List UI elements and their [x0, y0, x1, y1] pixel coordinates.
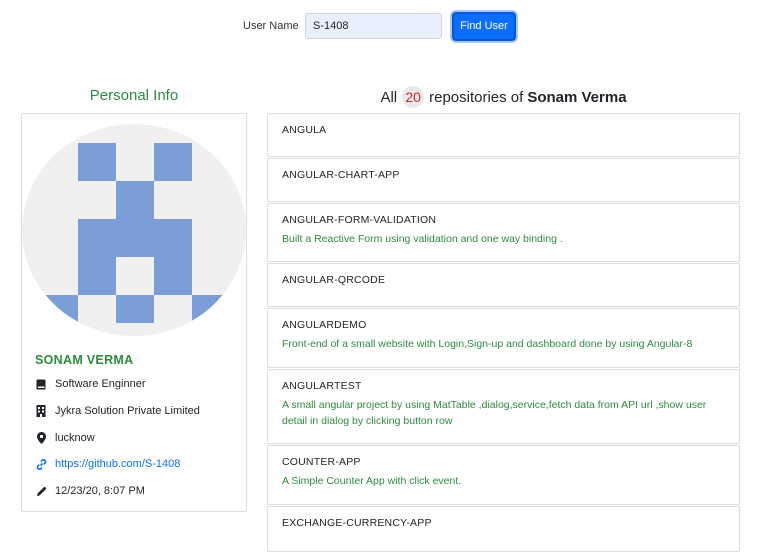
repo-name: ANGULAR-FORM-VALIDATION — [282, 214, 437, 226]
repo-description: A small angular project by using MatTabl… — [282, 399, 707, 427]
profile-link-row: https://github.com/S-1408 — [35, 458, 180, 470]
repo-name: COUNTER-APP — [282, 456, 361, 468]
pencil-icon — [35, 485, 47, 497]
repo-name: ANGULAR-CHART-APP — [282, 169, 400, 181]
repo-item[interactable]: COUNTER-APP A Simple Counter App with cl… — [267, 445, 740, 505]
identicon-image — [40, 143, 229, 323]
repo-description: A Simple Counter App with click event. — [282, 475, 462, 487]
user-search-bar: User Name Find User — [243, 11, 516, 41]
book-icon — [35, 378, 47, 390]
repo-name: ANGULARDEMO — [282, 319, 367, 331]
personal-info-heading: Personal Info — [89, 87, 179, 104]
location-row: lucknow — [35, 432, 95, 444]
company-name: Jykra Solution Private Limited — [55, 405, 200, 417]
location-text: lucknow — [55, 432, 95, 444]
repositories-heading: All 20 repositories of Sonam Verma — [267, 86, 740, 108]
updated-row: 12/23/20, 8:07 PM — [35, 485, 145, 497]
repos-heading-user: Sonam Verma — [527, 88, 627, 106]
repo-name: ANGULAR-QRCODE — [282, 274, 386, 286]
job-title: Software Enginner — [55, 378, 146, 390]
repo-item[interactable]: ANGULAR-CHART-APP — [267, 158, 740, 202]
repo-description: Front-end of a small website with Login,… — [282, 338, 693, 350]
updated-date: 12/23/20, 8:07 PM — [55, 485, 145, 497]
repos-heading-prefix: All — [380, 88, 398, 106]
find-user-button[interactable]: Find User — [452, 11, 516, 41]
repo-item[interactable]: ANGULAR-FORM-VALIDATION Built a Reactive… — [267, 203, 740, 262]
repo-item[interactable]: ANGULAR-QRCODE — [267, 263, 740, 307]
repo-item[interactable]: ANGULA — [267, 113, 740, 157]
user-name-input[interactable] — [305, 13, 442, 39]
repo-name: ANGULARTEST — [282, 380, 362, 392]
repo-item[interactable]: ANGULARDEMO Front-end of a small website… — [267, 308, 740, 368]
building-icon — [35, 405, 47, 417]
repo-item[interactable]: EXCHANGE-CURRENCY-APP — [267, 506, 740, 552]
repos-heading-middle: repositories of — [429, 88, 524, 106]
github-profile-link[interactable]: https://github.com/S-1408 — [55, 458, 180, 470]
job-row: Software Enginner — [35, 378, 146, 390]
profile-name: SONAM VERMA — [35, 353, 134, 367]
repo-item[interactable]: ANGULARTEST A small angular project by u… — [267, 369, 740, 444]
link-icon — [35, 458, 47, 470]
repo-name: EXCHANGE-CURRENCY-APP — [282, 517, 432, 529]
repo-description: Built a Reactive Form using validation a… — [282, 233, 563, 245]
repo-count-badge: 20 — [402, 86, 425, 108]
profile-card: SONAM VERMA Software Enginner Jykra Solu… — [21, 113, 247, 512]
company-row: Jykra Solution Private Limited — [35, 405, 200, 417]
user-name-label: User Name — [243, 20, 299, 32]
avatar — [22, 124, 246, 336]
map-pin-icon — [35, 432, 47, 444]
repo-name: ANGULA — [282, 124, 327, 136]
